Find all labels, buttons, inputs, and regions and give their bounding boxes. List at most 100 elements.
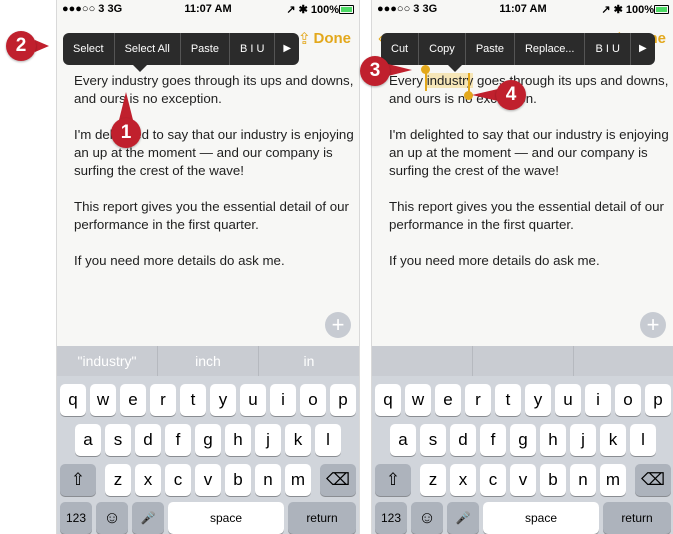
add-attachment-button[interactable]: + [325, 312, 351, 338]
shift-key-icon[interactable]: ⇧ [60, 464, 96, 496]
emoji-key-icon[interactable]: ☺ [411, 502, 443, 534]
key-a[interactable]: a [390, 424, 416, 456]
key-c[interactable]: c [165, 464, 191, 496]
copy-menu-item[interactable]: Copy [419, 33, 466, 65]
key-f[interactable]: f [480, 424, 506, 456]
key-j[interactable]: j [255, 424, 281, 456]
key-w[interactable]: w [405, 384, 431, 416]
key-n[interactable]: n [570, 464, 596, 496]
key-l[interactable]: l [630, 424, 656, 456]
space-key[interactable]: space [168, 502, 284, 534]
key-k[interactable]: k [285, 424, 311, 456]
space-key[interactable]: space [483, 502, 599, 534]
note-paragraph[interactable]: This report gives you the essential deta… [389, 198, 669, 234]
done-button[interactable]: Done [314, 30, 352, 47]
key-e[interactable]: e [120, 384, 146, 416]
paste-menu-item[interactable]: Paste [181, 33, 230, 65]
note-paragraph[interactable]: Every industry goes through its ups and … [74, 72, 354, 108]
microphone-key-icon[interactable]: 🎤 [132, 502, 164, 534]
share-icon[interactable]: ⇪ [298, 29, 311, 49]
key-y[interactable]: y [525, 384, 551, 416]
return-key[interactable]: return [288, 502, 356, 534]
key-o[interactable]: o [300, 384, 326, 416]
delete-key-icon[interactable]: ⌫ [320, 464, 356, 496]
paste-menu-item[interactable]: Paste [466, 33, 515, 65]
key-f[interactable]: f [165, 424, 191, 456]
suggestion-item[interactable]: in [259, 346, 359, 376]
key-g[interactable]: g [195, 424, 221, 456]
note-body[interactable]: Every industry goes through its ups and … [74, 72, 354, 288]
cut-menu-item[interactable]: Cut [381, 33, 420, 65]
emoji-key-icon[interactable]: ☺ [96, 502, 128, 534]
key-x[interactable]: x [450, 464, 476, 496]
key-q[interactable]: q [60, 384, 86, 416]
suggestion-item[interactable] [372, 346, 473, 376]
selection-start-knob[interactable] [421, 65, 430, 74]
format-menu-item[interactable]: B I U [230, 33, 276, 65]
key-v[interactable]: v [510, 464, 536, 496]
selection-end-handle[interactable] [468, 73, 470, 93]
key-e[interactable]: e [435, 384, 461, 416]
key-v[interactable]: v [195, 464, 221, 496]
key-i[interactable]: i [270, 384, 296, 416]
key-d[interactable]: d [450, 424, 476, 456]
key-h[interactable]: h [225, 424, 251, 456]
key-y[interactable]: y [210, 384, 236, 416]
microphone-key-icon[interactable]: 🎤 [447, 502, 479, 534]
note-body[interactable]: Every industry goes through its ups and … [389, 72, 669, 288]
note-paragraph[interactable]: If you need more details do ask me. [389, 252, 669, 270]
key-l[interactable]: l [315, 424, 341, 456]
key-q[interactable]: q [375, 384, 401, 416]
key-w[interactable]: w [90, 384, 116, 416]
numbers-key[interactable]: 123 [60, 502, 92, 534]
key-x[interactable]: x [135, 464, 161, 496]
key-b[interactable]: b [225, 464, 251, 496]
key-p[interactable]: p [645, 384, 671, 416]
key-m[interactable]: m [285, 464, 311, 496]
key-o[interactable]: o [615, 384, 641, 416]
key-g[interactable]: g [510, 424, 536, 456]
delete-key-icon[interactable]: ⌫ [635, 464, 671, 496]
note-paragraph[interactable]: Every industry goes through its ups and … [389, 72, 669, 108]
key-a[interactable]: a [75, 424, 101, 456]
note-paragraph[interactable]: If you need more details do ask me. [74, 252, 354, 270]
key-d[interactable]: d [135, 424, 161, 456]
key-t[interactable]: t [495, 384, 521, 416]
suggestion-item[interactable]: "industry" [57, 346, 158, 376]
key-z[interactable]: z [420, 464, 446, 496]
more-arrow-icon[interactable]: ▶ [631, 33, 655, 65]
key-u[interactable]: u [555, 384, 581, 416]
key-r[interactable]: r [465, 384, 491, 416]
key-k[interactable]: k [600, 424, 626, 456]
key-s[interactable]: s [105, 424, 131, 456]
key-j[interactable]: j [570, 424, 596, 456]
key-p[interactable]: p [330, 384, 356, 416]
shift-key-icon[interactable]: ⇧ [375, 464, 411, 496]
key-m[interactable]: m [600, 464, 626, 496]
key-b[interactable]: b [540, 464, 566, 496]
suggestion-item[interactable] [574, 346, 673, 376]
numbers-key[interactable]: 123 [375, 502, 407, 534]
selection-start-handle[interactable] [425, 71, 427, 91]
return-key[interactable]: return [603, 502, 671, 534]
key-c[interactable]: c [480, 464, 506, 496]
key-u[interactable]: u [240, 384, 266, 416]
key-z[interactable]: z [105, 464, 131, 496]
select-all-menu-item[interactable]: Select All [115, 33, 181, 65]
note-paragraph[interactable]: I'm delighted to say that our industry i… [389, 126, 669, 180]
key-n[interactable]: n [255, 464, 281, 496]
note-paragraph[interactable]: This report gives you the essential deta… [74, 198, 354, 234]
more-arrow-icon[interactable]: ▶ [275, 33, 299, 65]
add-attachment-button[interactable]: + [640, 312, 666, 338]
key-i[interactable]: i [585, 384, 611, 416]
suggestion-item[interactable] [473, 346, 574, 376]
key-s[interactable]: s [420, 424, 446, 456]
replace-menu-item[interactable]: Replace... [515, 33, 586, 65]
select-menu-item[interactable]: Select [63, 33, 115, 65]
format-menu-item[interactable]: B I U [585, 33, 631, 65]
key-t[interactable]: t [180, 384, 206, 416]
suggestion-item[interactable]: inch [158, 346, 259, 376]
selected-word[interactable]: industry [426, 73, 474, 88]
key-h[interactable]: h [540, 424, 566, 456]
key-r[interactable]: r [150, 384, 176, 416]
